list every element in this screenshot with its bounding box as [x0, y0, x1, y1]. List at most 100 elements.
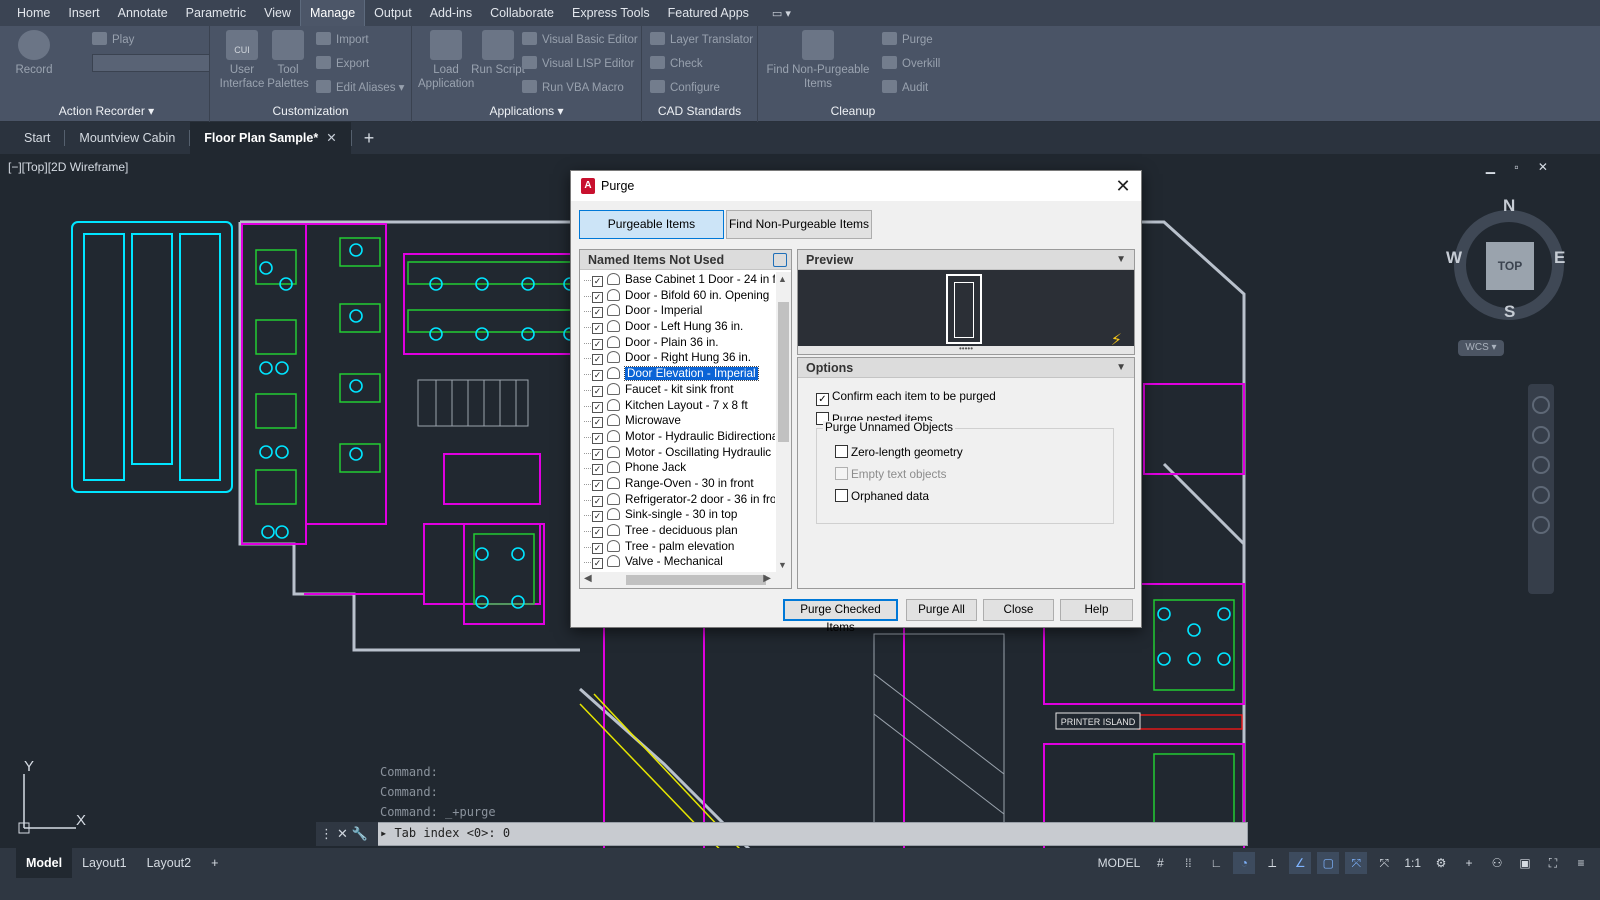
tree-item[interactable]: ✓ Faucet - kit sink front — [580, 382, 775, 398]
zero-length-checkbox[interactable]: Zero-length geometry — [835, 445, 963, 459]
resize-grip[interactable]: ••••• — [798, 345, 1134, 354]
compass-north[interactable]: N — [1503, 196, 1515, 216]
compass-west[interactable]: W — [1446, 248, 1462, 268]
item-checkbox[interactable]: ✓ — [592, 542, 603, 554]
import-button[interactable]: Import — [316, 30, 369, 50]
close-button[interactable]: Close — [983, 599, 1054, 621]
annotation-visibility-icon[interactable]: ⤧ — [1345, 852, 1368, 874]
help-button[interactable]: Help — [1060, 599, 1133, 621]
ribbon-tab-view[interactable]: View — [255, 0, 300, 26]
tree-item[interactable]: ✓ Kitchen Layout - 7 x 8 ft — [580, 398, 775, 414]
isolate-objects-icon[interactable]: ⚇ — [1486, 852, 1508, 874]
item-checkbox[interactable]: ✓ — [592, 370, 603, 382]
tree-item[interactable]: ✓ Door - Bifold 60 in. Opening — [580, 288, 775, 304]
item-checkbox[interactable]: ✓ — [592, 291, 603, 303]
item-checkbox[interactable]: ✓ — [592, 479, 603, 491]
doc-tab-floor-plan-sample[interactable]: Floor Plan Sample* ✕ — [190, 122, 351, 154]
sort-list-icon[interactable] — [773, 253, 787, 267]
item-checkbox[interactable]: ✓ — [592, 385, 603, 397]
load-application-button[interactable]: Load Application — [418, 30, 474, 91]
play-button[interactable]: Play — [92, 30, 134, 50]
pan-icon[interactable] — [1532, 426, 1550, 444]
plus-icon[interactable]: + — [1458, 852, 1480, 874]
item-checkbox[interactable]: ✓ — [592, 417, 603, 429]
collapse-arrow-icon[interactable]: ▼ — [1116, 358, 1126, 378]
collapse-arrow-icon[interactable]: ▼ — [1116, 250, 1126, 270]
navigation-bar[interactable] — [1528, 384, 1554, 594]
ortho-icon[interactable]: ∟ — [1205, 852, 1227, 874]
item-checkbox[interactable]: ✓ — [592, 432, 603, 444]
wcs-menu[interactable]: WCS ▾ — [1458, 340, 1504, 356]
zoom-extents-icon[interactable] — [1532, 456, 1550, 474]
horizontal-scrollbar[interactable]: ◀ ▶ — [580, 572, 791, 588]
ribbon-tab-collaborate[interactable]: Collaborate — [481, 0, 563, 26]
run-script-button[interactable]: Run Script — [470, 30, 526, 77]
configure-button[interactable]: Configure — [650, 78, 720, 98]
compass-south[interactable]: S — [1504, 302, 1515, 322]
ribbon-tab-add-ins[interactable]: Add-ins — [421, 0, 481, 26]
item-checkbox[interactable]: ✓ — [592, 511, 603, 523]
annotation-scale[interactable]: 1:1 — [1401, 852, 1424, 874]
grid-icon[interactable]: # — [1149, 852, 1171, 874]
ribbon-tab-parametric[interactable]: Parametric — [177, 0, 255, 26]
find-non-purgeable-button[interactable]: Find Non-Purgeable Items — [762, 30, 874, 91]
ribbon-tab-express-tools[interactable]: Express Tools — [563, 0, 659, 26]
new-layout-plus-icon[interactable]: + — [201, 848, 228, 878]
tree-item[interactable]: ✓ Range-Oven - 30 in front — [580, 476, 775, 492]
scroll-up-icon[interactable]: ▲ — [778, 274, 787, 284]
layout-tab-layout2[interactable]: Layout2 — [137, 848, 201, 878]
item-checkbox[interactable]: ✓ — [592, 495, 603, 507]
overkill-button[interactable]: Overkill — [882, 54, 940, 74]
auto-scale-icon[interactable]: ⤧ — [1373, 852, 1395, 874]
scroll-down-icon[interactable]: ▼ — [778, 560, 787, 570]
hardware-acceleration-icon[interactable]: ▣ — [1514, 852, 1536, 874]
item-checkbox[interactable]: ✓ — [592, 276, 603, 287]
object-snap-icon[interactable]: ▢ — [1317, 852, 1340, 874]
ribbon-tab-insert[interactable]: Insert — [59, 0, 108, 26]
preview-header[interactable]: Preview ▼ — [798, 250, 1134, 270]
scrollbar-thumb[interactable] — [778, 302, 789, 442]
tree-item[interactable]: ✓ Motor - Hydraulic Bidirectional — [580, 429, 775, 445]
purge-all-button[interactable]: Purge All — [906, 599, 977, 621]
viewcube[interactable]: TOP N S E W — [1446, 196, 1570, 326]
item-checkbox[interactable]: ✓ — [592, 558, 603, 570]
doc-tab-start[interactable]: Start — [10, 122, 64, 154]
doc-tab-mountview-cabin[interactable]: Mountview Cabin — [65, 122, 189, 154]
ribbon-tab-featured-apps[interactable]: Featured Apps — [659, 0, 758, 26]
item-checkbox[interactable]: ✓ — [592, 464, 603, 476]
tree-item[interactable]: ✓ Sink-single - 30 in top — [580, 507, 775, 523]
orbit-icon[interactable] — [1532, 486, 1550, 504]
checkbox-box[interactable] — [835, 445, 848, 458]
isodraft-icon[interactable]: ∠ — [1289, 852, 1312, 874]
audit-button[interactable]: Audit — [882, 78, 928, 98]
layout-tab-layout1[interactable]: Layout1 — [72, 848, 136, 878]
tree-item[interactable]: ✓ Door - Right Hung 36 in. — [580, 350, 775, 366]
run-vba-button[interactable]: Run VBA Macro — [522, 78, 624, 98]
item-checkbox[interactable]: ✓ — [592, 307, 603, 319]
scrollbar-thumb[interactable] — [626, 575, 766, 585]
tree-item[interactable]: ✓ Door - Plain 36 in. — [580, 335, 775, 351]
lisp-editor-button[interactable]: Visual LISP Editor — [522, 54, 634, 74]
object-snap-tracking-icon[interactable]: ⟂ — [1261, 852, 1283, 874]
export-button[interactable]: Export — [316, 54, 369, 74]
command-line-controls[interactable]: ⋮✕🔧 — [316, 822, 378, 846]
item-checkbox[interactable]: ✓ — [592, 448, 603, 460]
confirm-each-checkbox[interactable]: ✓ Confirm each item to be purged — [816, 390, 996, 406]
layer-translator-button[interactable]: Layer Translator — [650, 30, 753, 50]
snap-icon[interactable]: ⁞⁞ — [1177, 852, 1199, 874]
close-icon[interactable]: ✕ — [1111, 174, 1135, 198]
check-button[interactable]: Check — [650, 54, 703, 74]
viewport-window-controls[interactable]: ▁ ▫ ✕ — [1486, 160, 1556, 174]
item-checkbox[interactable]: ✓ — [592, 527, 603, 538]
scroll-left-icon[interactable]: ◀ — [584, 573, 592, 584]
purge-checked-button[interactable]: Purge Checked Items — [783, 599, 898, 634]
tree-item[interactable]: ✓ Door - Imperial — [580, 303, 775, 319]
tree-item[interactable]: ✓ Tree - deciduous plan — [580, 523, 775, 539]
item-checkbox[interactable]: ✓ — [592, 323, 603, 335]
edit-aliases-button[interactable]: Edit Aliases ▾ — [316, 78, 404, 98]
tree-item[interactable]: ✓ Refrigerator-2 door - 36 in front — [580, 492, 775, 508]
ribbon-tab-output[interactable]: Output — [365, 0, 421, 26]
ribbon-tab-annotate[interactable]: Annotate — [109, 0, 177, 26]
tab-purgeable-items[interactable]: Purgeable Items — [579, 210, 724, 239]
item-checkbox[interactable]: ✓ — [592, 338, 603, 350]
